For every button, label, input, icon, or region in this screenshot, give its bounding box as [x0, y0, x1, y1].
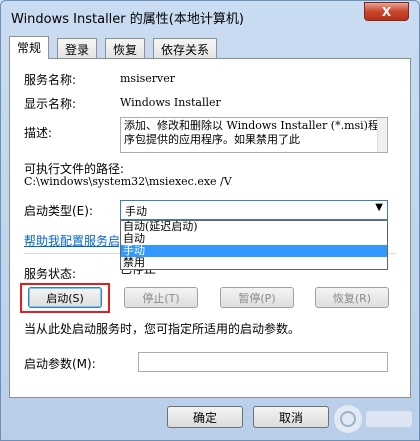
startup-option-auto-delayed[interactable]: 自动(延迟启动) — [121, 221, 387, 233]
service-name-value: msiserver — [120, 72, 175, 85]
tab-recovery[interactable]: 恢复 — [105, 38, 146, 58]
help-configure-link[interactable]: 帮助我配置服务启动选项。 — [24, 232, 119, 249]
display-name-value: Windows Installer — [120, 96, 221, 109]
properties-window: Windows Installer 的属性(本地计算机) X 常规 登录 恢复 … — [0, 0, 420, 441]
window-title: Windows Installer 的属性(本地计算机) — [11, 12, 244, 27]
stop-button[interactable]: 停止(T) — [124, 287, 198, 308]
description-scrollbar[interactable] — [377, 118, 387, 152]
title-bar[interactable]: Windows Installer 的属性(本地计算机) X — [1, 1, 419, 31]
display-name-label: 显示名称: — [24, 97, 77, 111]
logo-watermark-icon — [334, 405, 412, 433]
startup-type-dropdown: 自动(延迟启动) 自动 手动 禁用 — [120, 220, 388, 270]
startup-type-value: 手动 — [125, 205, 147, 218]
description-textbox[interactable]: 添加、修改和删除以 Windows Installer (*.msi)程序包提供… — [120, 117, 388, 153]
start-params-label: 启动参数(M): — [24, 357, 96, 371]
tab-dependencies[interactable]: 依存关系 — [153, 38, 218, 58]
resume-button[interactable]: 恢复(R) — [315, 287, 389, 308]
chevron-down-icon: ▼ — [375, 202, 383, 213]
startup-type-label: 启动类型(E): — [24, 204, 93, 218]
description-label: 描述: — [24, 126, 53, 140]
cancel-button[interactable]: 取消 — [253, 406, 329, 428]
service-status-label: 服务状态: — [24, 267, 77, 281]
start-params-input[interactable] — [138, 352, 388, 372]
close-icon: X — [381, 4, 392, 19]
close-button[interactable]: X — [364, 2, 409, 21]
service-name-label: 服务名称: — [24, 73, 77, 87]
start-params-hint: 当从此处启动服务时，您可指定所适用的启动参数。 — [24, 322, 301, 336]
tab-general[interactable]: 常规 — [9, 36, 50, 59]
tab-logon[interactable]: 登录 — [57, 38, 98, 58]
startup-option-disabled[interactable]: 禁用 — [121, 257, 387, 269]
ok-button[interactable]: 确定 — [167, 406, 243, 428]
general-panel: 服务名称: msiserver 显示名称: Windows Installer … — [9, 58, 411, 398]
startup-type-select[interactable]: 手动 ▼ — [120, 200, 388, 220]
start-button[interactable]: 启动(S) — [28, 287, 102, 308]
path-value: C:\windows\system32\msiexec.exe /V — [24, 175, 232, 188]
description-value: 添加、修改和删除以 Windows Installer (*.msi)程序包提供… — [124, 119, 379, 146]
startup-option-manual[interactable]: 手动 — [121, 245, 387, 257]
pause-button[interactable]: 暂停(P) — [220, 287, 294, 308]
startup-option-auto[interactable]: 自动 — [121, 233, 387, 245]
